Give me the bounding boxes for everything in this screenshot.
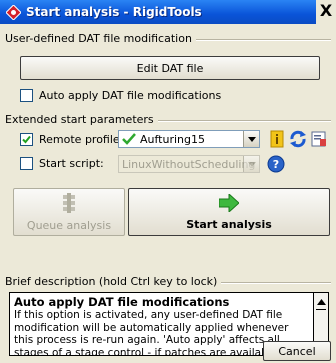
start-analysis-label: Start analysis (186, 217, 272, 231)
chevron-down-icon[interactable] (243, 156, 259, 172)
start-arrow-icon (218, 192, 240, 215)
start-script-select[interactable]: LinuxWithoutScheduling (118, 155, 260, 173)
edit-dat-button[interactable]: Edit DAT file (20, 56, 320, 80)
green-check-icon (122, 133, 136, 145)
svg-text:?: ? (273, 158, 279, 171)
dat-section-label: User-defined DAT file modification (5, 32, 196, 45)
extended-section-label: Extended start parameters (5, 113, 158, 126)
queue-analysis-button[interactable]: Queue analysis (13, 188, 125, 236)
scroll-track-line (316, 309, 326, 310)
refresh-icon[interactable] (288, 129, 308, 149)
remote-profile-label: Remote profile: (39, 133, 124, 146)
queue-analysis-label: Queue analysis (26, 218, 112, 232)
auto-apply-checkbox[interactable] (20, 89, 33, 102)
remote-profile-value: Aufturing15 (140, 132, 205, 146)
app-diamond-icon (5, 4, 21, 20)
close-button[interactable]: X (316, 0, 336, 24)
description-section-label: Brief description (hold Ctrl key to lock… (5, 275, 222, 288)
cancel-button[interactable]: Cancel (263, 341, 331, 361)
title-bar: Start analysis - RigidTools X (0, 0, 336, 24)
chevron-down-icon[interactable] (243, 131, 259, 147)
start-script-value: LinuxWithoutScheduling (122, 157, 256, 171)
scroll-up-icon[interactable] (314, 295, 328, 309)
start-script-checkbox[interactable] (20, 157, 33, 170)
queue-icon (60, 192, 78, 216)
help-icon[interactable]: ? (266, 154, 286, 174)
info-lightbulb-icon[interactable] (267, 129, 287, 149)
remote-profile-checkbox[interactable] (20, 133, 33, 146)
checkmark-icon (22, 135, 31, 144)
start-script-label: Start script: (39, 157, 104, 170)
start-analysis-button[interactable]: Start analysis (128, 188, 330, 236)
remote-profile-select[interactable]: Aufturing15 (118, 130, 260, 148)
window-title: Start analysis - RigidTools (26, 5, 202, 19)
description-title: Auto apply DAT file modifications (14, 295, 230, 309)
properties-icon[interactable] (309, 129, 329, 149)
auto-apply-label: Auto apply DAT file modifications (39, 89, 222, 102)
